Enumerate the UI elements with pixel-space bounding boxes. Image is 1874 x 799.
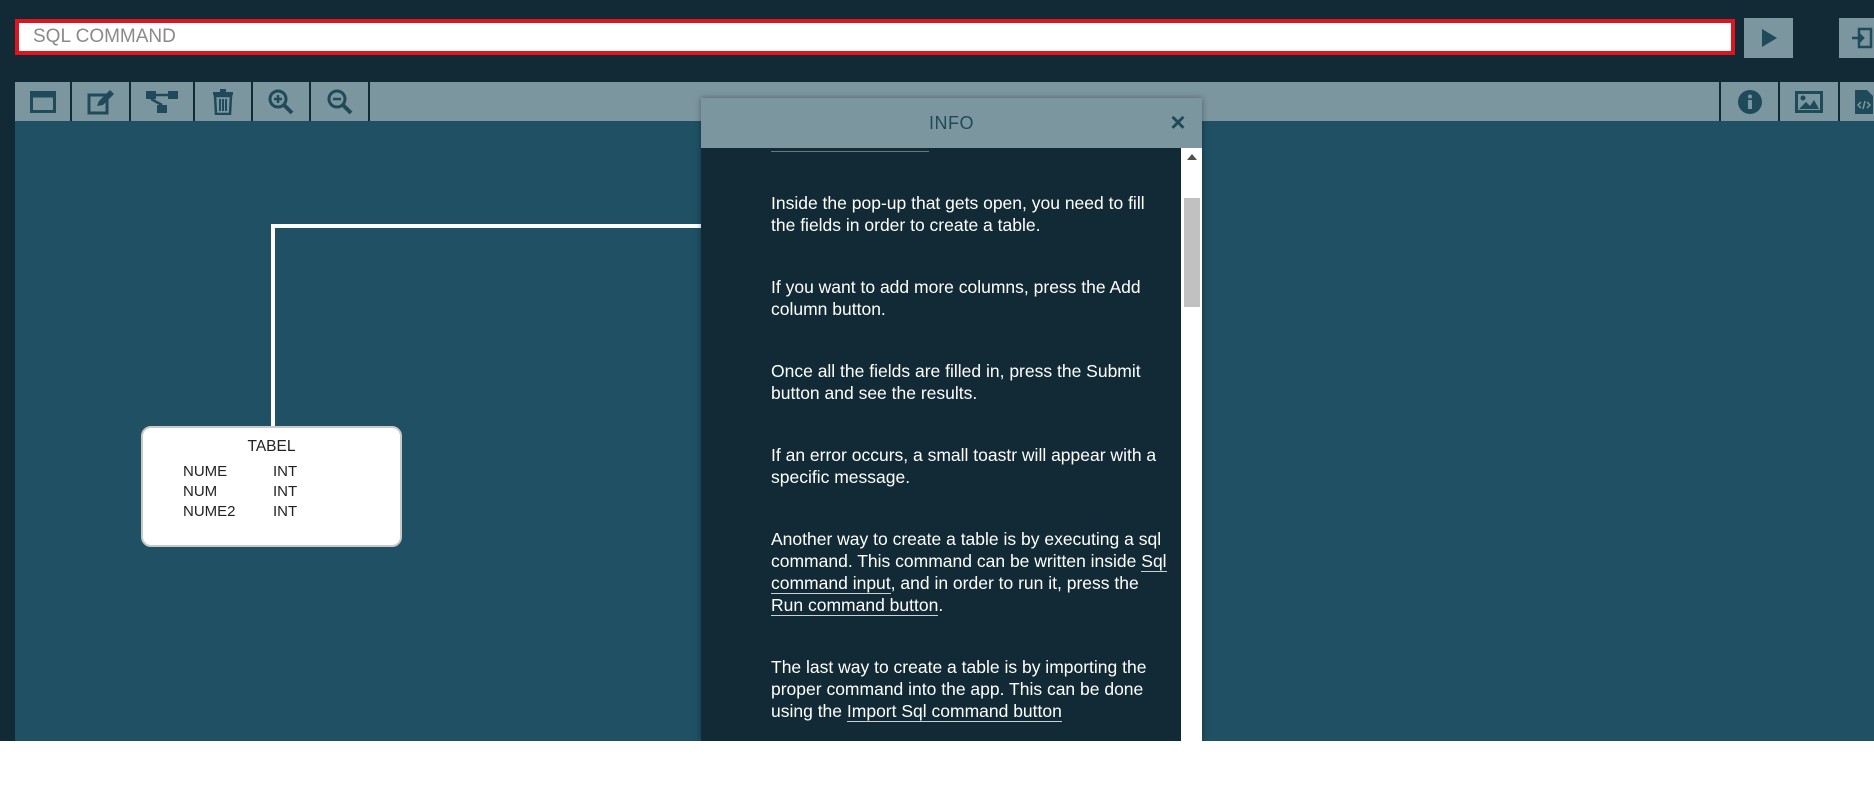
import-sql-command-button[interactable] — [1839, 18, 1874, 58]
info-panel-scrollbar[interactable] — [1181, 148, 1202, 741]
column-name: NUM — [183, 483, 218, 500]
run-command-button-link[interactable]: Run command button — [771, 595, 939, 616]
info-icon — [1737, 89, 1762, 114]
scroll-up-arrow-icon[interactable] — [1187, 154, 1197, 160]
code-file-icon — [1855, 89, 1873, 114]
info-text: . — [938, 595, 944, 615]
info-paragraph: If an error occurs, a small toastr will … — [771, 445, 1157, 487]
window-icon — [29, 90, 56, 113]
relation-button[interactable] — [131, 82, 195, 121]
delete-button[interactable] — [195, 82, 253, 121]
relation-line — [271, 224, 275, 428]
info-paragraph: Inside the pop-up that gets open, you ne… — [771, 193, 1145, 235]
export-code-button[interactable] — [1838, 82, 1874, 121]
table-column-row: NUME2 INT — [183, 503, 297, 523]
info-button[interactable] — [1719, 82, 1778, 121]
info-text: Another way to create a table is by exec… — [771, 529, 1162, 571]
link-underline — [771, 151, 929, 152]
info-paragraph: The last way to create a table is by imp… — [771, 656, 1171, 722]
column-type: INT — [273, 503, 298, 520]
edit-button[interactable] — [72, 82, 131, 121]
info-text: , and in order to run it, press the — [890, 573, 1139, 593]
info-paragraph: If you want to add more columns, press t… — [771, 277, 1141, 319]
sql-command-input[interactable] — [15, 19, 1735, 55]
info-panel-title: INFO — [929, 112, 974, 133]
table-entity-card[interactable]: TABEL NUME INT NUM INT NUME2 INT — [141, 426, 402, 547]
column-type: INT — [273, 463, 298, 480]
play-icon — [1761, 29, 1777, 47]
export-image-button[interactable] — [1778, 82, 1838, 121]
run-command-button[interactable] — [1744, 18, 1793, 58]
import-file-icon — [1852, 27, 1873, 49]
table-name: TABEL — [247, 438, 296, 455]
column-name: NUME — [183, 463, 228, 480]
app-window: TABEL NUME INT NUM INT NUME2 INT INFO × … — [0, 0, 1874, 741]
scrollbar-thumb[interactable] — [1184, 198, 1200, 307]
info-panel-header: INFO × — [701, 98, 1202, 148]
edit-icon — [87, 89, 114, 114]
relation-line — [271, 224, 711, 228]
zoom-in-icon — [268, 89, 294, 114]
info-paragraph: Another way to create a table is by exec… — [771, 528, 1171, 616]
info-panel: INFO × Inside the pop-up that gets open,… — [701, 98, 1202, 741]
new-window-button[interactable] — [15, 82, 72, 121]
close-icon[interactable]: × — [1166, 109, 1190, 135]
info-paragraph: Once all the fields are filled in, press… — [771, 361, 1141, 403]
table-column-row: NUME INT — [183, 463, 297, 483]
table-column-row: NUM INT — [183, 483, 297, 503]
column-name: NUME2 — [183, 503, 236, 520]
import-sql-command-button-link[interactable]: Import Sql command button — [846, 701, 1062, 722]
info-panel-body: Inside the pop-up that gets open, you ne… — [771, 148, 1171, 741]
zoom-out-button[interactable] — [311, 82, 370, 121]
zoom-out-icon — [327, 89, 352, 114]
trash-icon — [213, 88, 233, 115]
image-icon — [1795, 90, 1823, 113]
zoom-in-button[interactable] — [253, 82, 311, 121]
relation-icon — [146, 90, 178, 113]
column-type: INT — [273, 483, 298, 500]
